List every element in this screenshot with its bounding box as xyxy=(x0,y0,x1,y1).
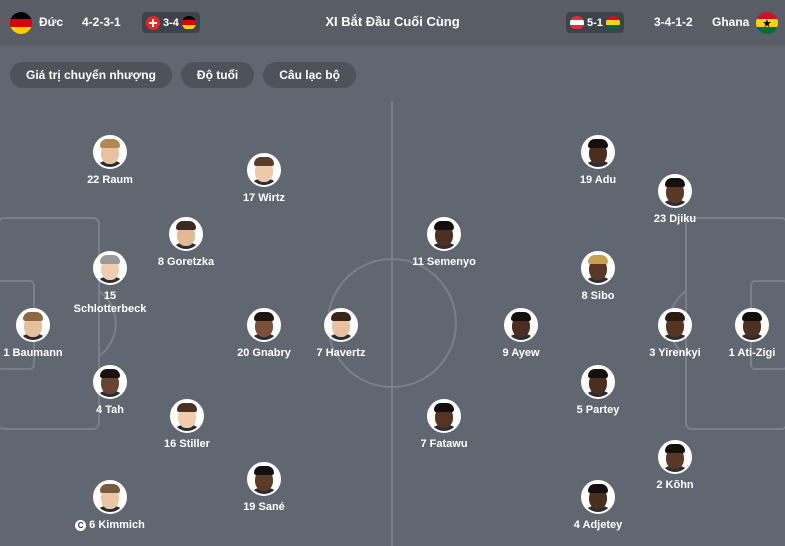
player-card[interactable]: 5 Partey xyxy=(533,365,663,417)
player-name: Kõhn xyxy=(665,479,694,491)
player-name: Raum xyxy=(102,174,133,186)
tab-market-value[interactable]: Giá trị chuyển nhượng xyxy=(10,62,172,88)
player-avatar xyxy=(247,462,281,496)
player-label: 7 Fatawu xyxy=(379,438,509,451)
filter-tabs: Giá trị chuyển nhượng Độ tuổi Câu lạc bộ xyxy=(10,62,356,88)
player-card[interactable]: 23 Djiku xyxy=(610,174,740,226)
player-label: 19 Sané xyxy=(199,501,329,514)
player-card[interactable]: 11 Semenyo xyxy=(379,217,509,269)
player-label: C6 Kimmich xyxy=(45,519,175,532)
player-card[interactable]: 8 Sibo xyxy=(533,251,663,303)
player-avatar xyxy=(581,251,615,285)
player-card[interactable]: 17 Wirtz xyxy=(199,153,329,205)
player-number: 11 xyxy=(412,256,424,268)
player-avatar xyxy=(170,399,204,433)
player-number: 7 xyxy=(316,347,323,359)
player-label: 22 Raum xyxy=(45,174,175,187)
player-number: 4 xyxy=(573,519,580,531)
player-number: 23 xyxy=(653,213,667,225)
player-card[interactable]: 9 Ayew xyxy=(456,308,586,360)
ghana-mini-flag-icon xyxy=(605,15,620,30)
player-card[interactable]: 7 Fatawu xyxy=(379,399,509,451)
player-number: 1 xyxy=(728,347,735,359)
player-card[interactable]: 22 Raum xyxy=(45,135,175,187)
player-card[interactable]: 4 Adjetey xyxy=(533,480,663,532)
player-name: Sibo xyxy=(590,290,615,302)
player-number: 22 xyxy=(87,174,100,186)
player-avatar xyxy=(427,217,461,251)
player-card[interactable]: 7 Havertz xyxy=(276,308,406,360)
away-previous-score: 5-1 xyxy=(587,16,603,29)
player-avatar xyxy=(93,135,127,169)
player-avatar xyxy=(324,308,358,342)
player-number: 15 xyxy=(103,290,117,302)
player-avatar xyxy=(581,365,615,399)
player-label: 11 Semenyo xyxy=(379,256,509,269)
player-avatar xyxy=(427,399,461,433)
player-card[interactable]: 1 Baumann xyxy=(0,308,98,360)
player-avatar xyxy=(658,174,692,208)
player-number: 7 xyxy=(420,438,427,450)
player-name: Fatawu xyxy=(429,438,468,450)
player-avatar xyxy=(581,480,615,514)
player-name: Kimmich xyxy=(98,519,145,531)
away-previous-result[interactable]: 5-1 xyxy=(566,12,624,33)
player-label: 23 Djiku xyxy=(610,213,740,226)
player-number: 16 xyxy=(164,438,177,450)
player-name: Ati-Zigi xyxy=(737,347,776,359)
captain-icon: C xyxy=(75,520,87,531)
player-card[interactable]: C6 Kimmich xyxy=(45,480,175,532)
player-label: 17 Wirtz xyxy=(199,192,329,205)
player-avatar xyxy=(16,308,50,342)
player-number: 8 xyxy=(581,290,588,302)
austria-flag-icon xyxy=(570,15,584,30)
player-avatar xyxy=(581,135,615,169)
player-card[interactable]: 16 Stiller xyxy=(122,399,252,451)
lineup-header: Đức 4-2-3-1 3-4 XI Bắt Đầu Cuối Cùng 5-1… xyxy=(0,0,785,46)
player-label: 1 Ati-Zigi xyxy=(687,347,785,360)
player-name: Sané xyxy=(258,501,285,513)
player-card[interactable]: 19 Sané xyxy=(199,462,329,514)
tab-age[interactable]: Độ tuổi xyxy=(180,62,255,88)
player-label: 5 Partey xyxy=(533,404,663,417)
player-name: Ayew xyxy=(511,347,540,359)
player-number: 17 xyxy=(242,192,256,204)
player-avatar xyxy=(735,308,769,342)
player-name: Adjetey xyxy=(582,519,623,531)
player-avatar xyxy=(93,251,127,285)
player-label: 16 Stiller xyxy=(122,438,252,451)
player-avatar xyxy=(658,440,692,474)
player-label: 9 Ayew xyxy=(456,347,586,360)
player-number: 19 xyxy=(243,501,256,513)
player-name: Baumann xyxy=(12,347,63,359)
player-name: Partey xyxy=(585,404,620,416)
player-avatar xyxy=(93,365,127,399)
away-formation: 3-4-1-2 xyxy=(654,15,693,29)
ghana-flag-icon xyxy=(756,12,778,34)
player-avatar xyxy=(504,308,538,342)
player-number: 5 xyxy=(576,404,583,416)
player-avatar xyxy=(93,480,127,514)
player-number: 19 xyxy=(579,174,593,186)
pitch: 22 Raum 17 Wirtz 8 Goretzka 15 Schlotterbeck… xyxy=(0,101,785,546)
player-name: Wirtz xyxy=(258,192,286,204)
tab-club[interactable]: Câu lạc bộ xyxy=(263,62,356,88)
player-card[interactable]: 1 Ati-Zigi xyxy=(687,308,785,360)
player-card[interactable]: 15 Schlotterbeck xyxy=(45,251,175,316)
player-name: Stiller xyxy=(179,438,210,450)
player-name: Semenyo xyxy=(426,256,476,268)
player-number: 9 xyxy=(502,347,509,359)
away-team-name[interactable]: Ghana xyxy=(712,15,749,29)
player-number: 20 xyxy=(237,347,250,359)
player-label: 4 Adjetey xyxy=(533,519,663,532)
player-avatar xyxy=(169,217,203,251)
player-name: Havertz xyxy=(325,347,366,359)
player-name: Djiku xyxy=(669,213,697,225)
player-label: 1 Baumann xyxy=(0,347,98,360)
player-avatar xyxy=(247,153,281,187)
player-label: 8 Sibo xyxy=(533,290,663,303)
player-label: 7 Havertz xyxy=(276,347,406,360)
